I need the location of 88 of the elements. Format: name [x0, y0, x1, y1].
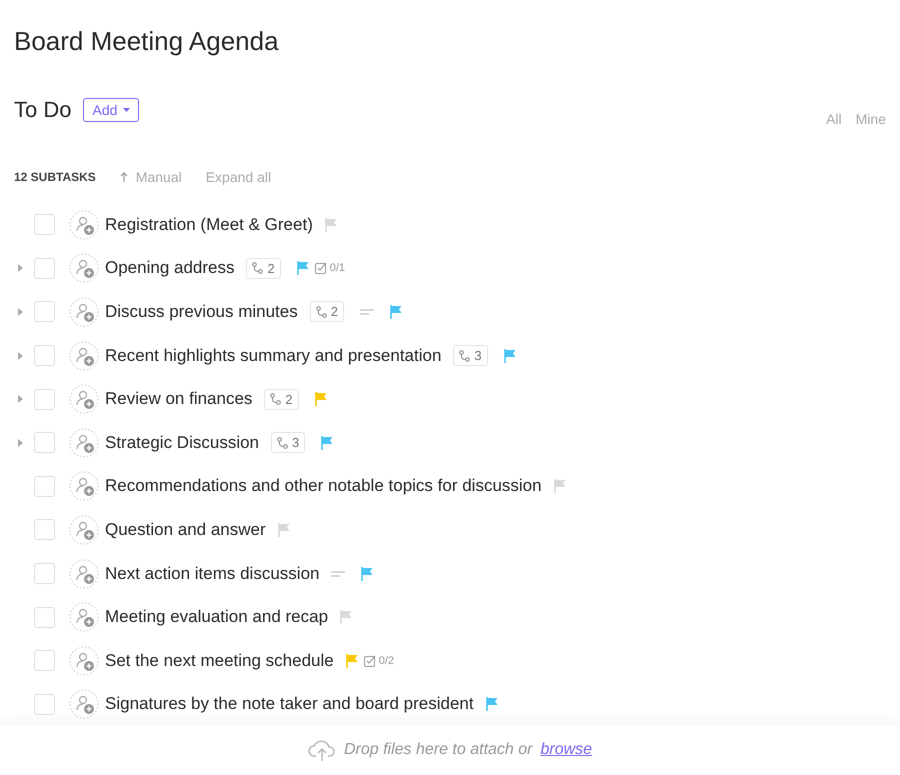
assignee-icon[interactable] [69, 340, 99, 371]
checklist-icon [314, 262, 327, 274]
branch-icon [459, 350, 470, 362]
subtask-number: 3 [474, 348, 482, 364]
assignee-icon[interactable] [69, 210, 99, 240]
flag-icon[interactable] [278, 522, 290, 537]
subtask-number: 2 [330, 304, 338, 320]
flag-icon[interactable] [296, 261, 309, 276]
checkbox[interactable] [34, 388, 55, 410]
subtask-name[interactable]: Recommendations and other notable topics for discussion [105, 476, 542, 496]
add-button[interactable]: Add [83, 98, 140, 122]
subtask-number: 2 [285, 392, 293, 407]
cloud-upload-icon [308, 739, 336, 761]
assignee-icon[interactable] [69, 296, 99, 327]
checkbox[interactable] [34, 563, 55, 584]
drop-zone[interactable]: Drop files here to attach or browse [0, 725, 900, 775]
subtask-name[interactable]: Registration (Meet & Greet) [105, 214, 313, 235]
assignee-icon[interactable] [69, 428, 99, 458]
filter-tab[interactable]: Mine [856, 111, 886, 127]
assignee-icon[interactable] [69, 602, 99, 632]
subtask-name[interactable]: Review on finances [105, 389, 252, 410]
branch-icon [316, 306, 327, 318]
subtask-name[interactable]: Meeting evaluation and recap [105, 607, 328, 628]
subtask-name[interactable]: Set the next meeting schedule [105, 650, 334, 671]
expand-caret-icon[interactable] [18, 352, 23, 360]
expand-caret-icon[interactable] [18, 395, 23, 404]
arrow-up-icon [120, 172, 128, 182]
subtask-name[interactable]: Strategic Discussion [105, 432, 260, 453]
flag-icon[interactable] [324, 218, 337, 232]
subtask-number: 3 [292, 435, 300, 450]
subtask-number: 2 [267, 260, 275, 276]
subtask-name[interactable]: Opening address [105, 258, 234, 278]
subtask-badge[interactable]: 2 [264, 388, 299, 410]
assignee-icon[interactable] [69, 646, 99, 676]
checklist-text: 0/2 [378, 654, 394, 667]
branch-icon [277, 436, 288, 449]
subtask-name[interactable]: Recent highlights summary and presentation [105, 346, 442, 366]
expand-all-button[interactable]: Expand all [206, 169, 272, 185]
checkbox[interactable] [34, 476, 55, 497]
subtask-name[interactable]: Discuss previous minutes [105, 302, 298, 322]
branch-icon [252, 262, 264, 274]
flag-icon[interactable] [321, 436, 334, 450]
expand-caret-icon[interactable] [18, 438, 23, 447]
checklist-count[interactable]: 0/2 [364, 654, 394, 667]
flag-icon[interactable] [361, 566, 374, 581]
subtask-badge[interactable]: 2 [310, 301, 344, 322]
flag-icon[interactable] [340, 610, 352, 624]
subtask-name[interactable]: Signatures by the note taker and board president [105, 694, 474, 714]
assignee-icon[interactable] [69, 689, 99, 720]
checkbox[interactable] [34, 606, 55, 628]
checkbox[interactable] [34, 432, 55, 454]
filter-tab[interactable]: All [826, 111, 842, 127]
flag-icon[interactable] [314, 392, 327, 406]
checkbox[interactable] [34, 258, 55, 279]
caret-icon [123, 108, 130, 112]
subtask-badge[interactable]: 2 [246, 258, 281, 279]
checkbox[interactable] [34, 214, 55, 236]
expand-caret-icon[interactable] [18, 308, 23, 316]
flag-icon[interactable] [486, 697, 498, 712]
flag-icon[interactable] [554, 479, 566, 494]
checkbox[interactable] [34, 694, 55, 715]
subtask-badge[interactable]: 3 [453, 345, 488, 366]
checkbox[interactable] [34, 519, 55, 540]
checklist-count[interactable]: 0/1 [314, 262, 346, 274]
subtask-name[interactable]: Question and answer [105, 520, 266, 540]
assignee-icon[interactable] [69, 514, 99, 545]
expand-caret-icon[interactable] [18, 264, 23, 272]
assignee-icon[interactable] [69, 558, 99, 589]
subtask-badge[interactable]: 3 [271, 432, 306, 454]
sort-button[interactable]: Manual [120, 169, 182, 185]
subtask-name[interactable]: Next action items discussion [105, 564, 320, 584]
status-label: To Do [14, 97, 72, 123]
drop-hint: Drop files here to attach or [344, 741, 532, 759]
browse-link[interactable]: browse [540, 741, 592, 759]
flag-icon[interactable] [504, 348, 516, 363]
assignee-icon[interactable] [69, 384, 99, 414]
branch-icon [270, 393, 282, 406]
flag-icon[interactable] [346, 654, 358, 668]
checkbox[interactable] [34, 301, 55, 322]
assignee-icon[interactable] [69, 253, 99, 284]
page-title: Board Meeting Agenda [14, 26, 280, 57]
checklist-icon [364, 654, 376, 667]
subtask-count: 12 SUBTASKS [14, 170, 96, 184]
checkbox[interactable] [34, 650, 55, 672]
checkbox[interactable] [34, 345, 55, 366]
assignee-icon[interactable] [69, 471, 99, 502]
flag-icon[interactable] [390, 304, 402, 319]
checklist-text: 0/1 [330, 262, 346, 274]
